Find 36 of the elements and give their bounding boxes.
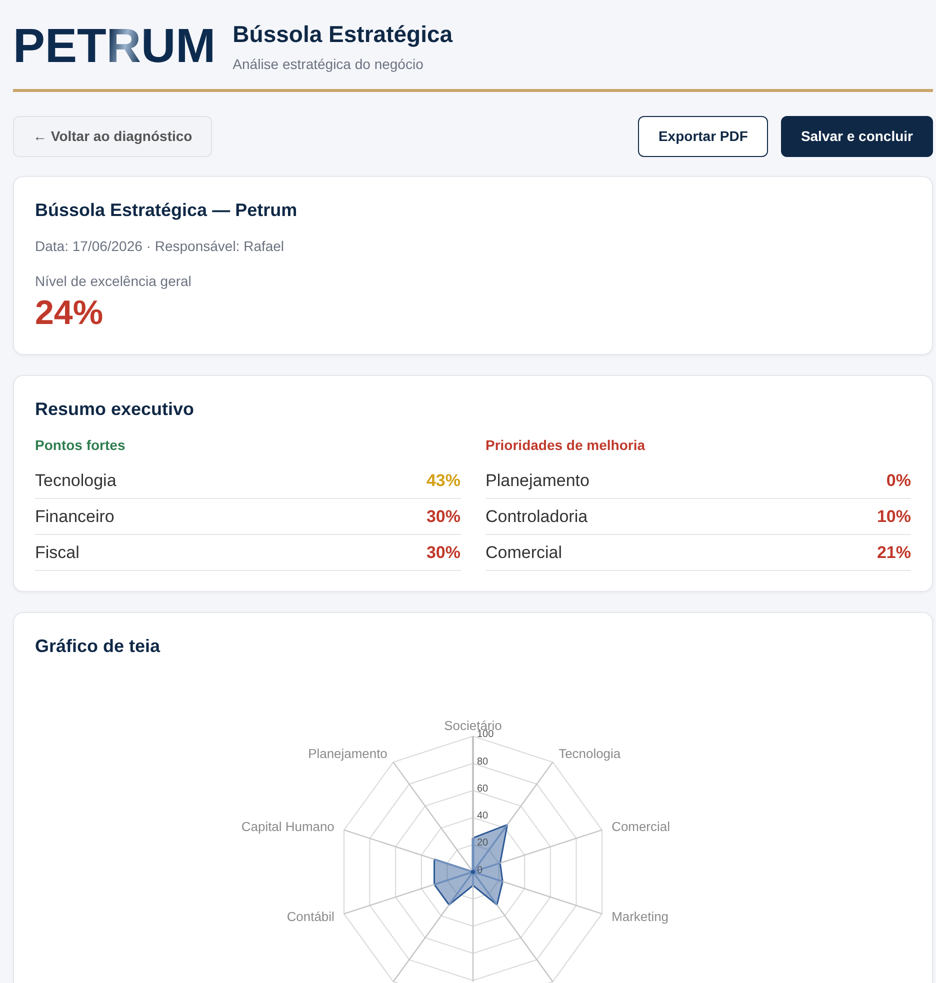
score-value: 24% xyxy=(35,293,104,334)
area-name: Financeiro xyxy=(35,506,114,528)
card-title: Bússola Estratégica — Petrum xyxy=(35,199,298,222)
column-heading: Pontos fortes xyxy=(35,436,126,455)
area-name: Controladoria xyxy=(486,506,588,528)
area-name: Comercial xyxy=(486,542,562,564)
axis-label: Capital Humano xyxy=(241,818,334,834)
area-score: 10% xyxy=(876,506,911,528)
axis-label: Planejamento xyxy=(308,746,388,762)
back-button[interactable]: ← Voltar ao diagnóstico xyxy=(13,116,212,157)
page-subtitle: Análise estratégica do negócio xyxy=(232,55,424,74)
area-name: Fiscal xyxy=(35,542,80,564)
scale-label: 80 xyxy=(477,756,488,768)
scale-label: 40 xyxy=(477,810,488,822)
score-label: Nível de excelência geral xyxy=(35,272,192,291)
card-title: Gráfico de teia xyxy=(35,635,162,658)
page-title: Bússola Estratégica xyxy=(232,20,453,48)
scale-label: 0 xyxy=(477,864,483,876)
export-button[interactable]: Exportar PDF xyxy=(638,116,768,157)
area-name: Tecnologia xyxy=(35,470,116,492)
axis-label: Contábil xyxy=(286,908,334,924)
save-button[interactable]: Salvar e concluir xyxy=(780,116,933,157)
scale-label: 20 xyxy=(477,838,488,849)
column-heading: Prioridades de melhoria xyxy=(486,436,646,455)
area-name: Planejamento xyxy=(486,470,590,492)
card-title: Resumo executivo xyxy=(35,398,196,421)
date-owner-text: Data: 17/06/2026 · Responsável: Rafael xyxy=(35,237,286,256)
area-score: 30% xyxy=(426,506,460,528)
area-score: 0% xyxy=(886,470,911,492)
area-score: 43% xyxy=(426,470,460,492)
axis-label: Comercial xyxy=(612,818,670,834)
axis-label: Marketing xyxy=(612,908,669,924)
area-score: 30% xyxy=(426,542,460,564)
axis-label: Tecnologia xyxy=(558,746,621,762)
scale-label: 60 xyxy=(477,783,488,794)
area-score: 21% xyxy=(876,542,911,564)
